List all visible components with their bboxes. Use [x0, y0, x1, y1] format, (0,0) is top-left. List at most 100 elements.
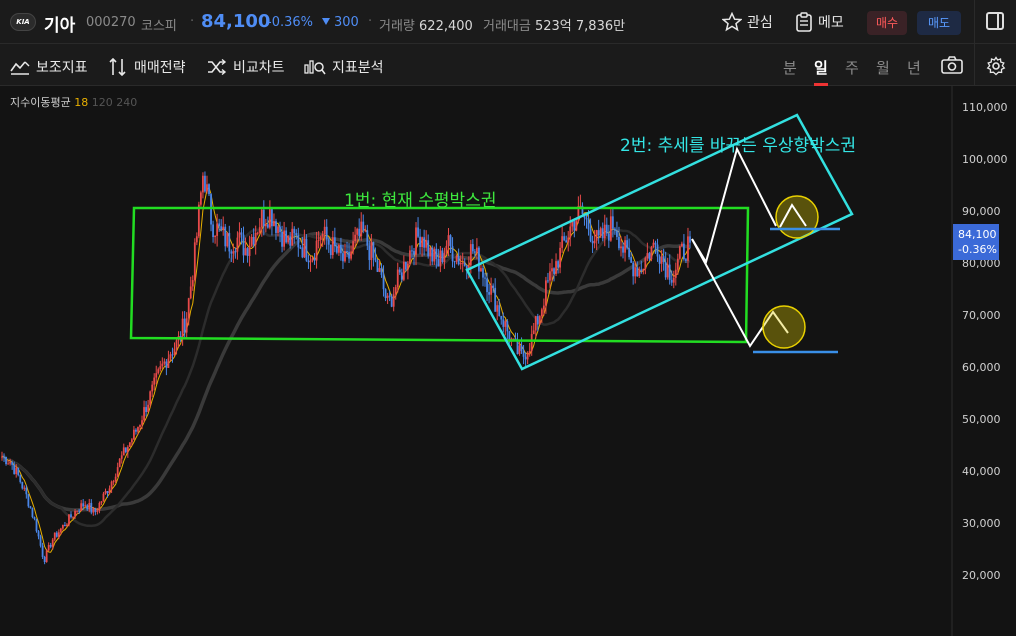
- candle-body: [573, 221, 576, 231]
- separator-dot: ·: [368, 14, 373, 29]
- candle-body: [189, 286, 192, 299]
- candle-body: [473, 251, 476, 253]
- candle-body: [13, 464, 16, 474]
- candle-body: [599, 228, 602, 236]
- camera-icon[interactable]: [941, 56, 963, 74]
- candle-body: [551, 268, 553, 272]
- trade-amount-value: 523억 7,836만: [534, 19, 626, 34]
- current-price: 84,100: [201, 11, 271, 32]
- analysis-button[interactable]: 지표분석: [304, 57, 384, 77]
- candle-body: [335, 245, 338, 253]
- stock-code: 000270: [86, 15, 136, 30]
- candle-body: [157, 369, 160, 374]
- candle-body: [303, 238, 306, 258]
- indicator-button[interactable]: 보조지표: [10, 57, 88, 77]
- candle-body: [47, 544, 50, 551]
- candle-body: [498, 305, 501, 316]
- candle-body: [453, 261, 456, 263]
- candle-body: [110, 481, 113, 489]
- candle-body: [112, 481, 115, 483]
- candle-body: [402, 261, 405, 280]
- candle-body: [226, 232, 229, 247]
- strategy-button[interactable]: 매매전략: [108, 57, 186, 77]
- trade-amount: 거래대금 523억 7,836만: [483, 15, 625, 34]
- candle-body: [640, 269, 643, 271]
- candle-body: [459, 262, 462, 265]
- bear-target-circle[interactable]: [762, 305, 806, 349]
- memo-button[interactable]: 메모: [795, 12, 844, 32]
- candle-body: [234, 251, 237, 253]
- candle-body: [413, 250, 415, 255]
- period-minute[interactable]: 분: [783, 57, 797, 78]
- candle-body: [289, 236, 292, 246]
- candle-body: [547, 280, 549, 282]
- compare-label: 비교차트: [233, 60, 285, 76]
- candle-body: [283, 230, 286, 247]
- candle-body: [305, 238, 308, 261]
- candle-body: [183, 318, 186, 333]
- candle-body: [124, 447, 127, 453]
- candle-body: [118, 458, 121, 468]
- candle-body: [181, 318, 184, 340]
- candle-body: [100, 501, 103, 503]
- candle-body: [331, 237, 334, 256]
- candle-body: [482, 268, 484, 278]
- candle-body: [70, 514, 72, 518]
- indicator-icon: [10, 61, 30, 75]
- candle-body: [528, 351, 531, 354]
- period-month[interactable]: 월: [876, 57, 890, 78]
- annotation-box-1[interactable]: 1번: 현재 수평박스권: [344, 186, 496, 211]
- candle-body: [78, 510, 81, 512]
- gear-icon[interactable]: [986, 56, 1006, 76]
- candle-body: [116, 467, 119, 477]
- indicator-label: 보조지표: [36, 60, 88, 76]
- candle-body: [23, 487, 26, 489]
- candle-body: [646, 253, 649, 259]
- candle-body: [307, 260, 310, 263]
- candle-body: [208, 184, 210, 195]
- compare-button[interactable]: 비교차트: [207, 57, 285, 77]
- candle-body: [469, 244, 472, 266]
- stock-header: KIA 기아 000270 코스피 · 84,100 -0.36% 300 · …: [0, 0, 1016, 44]
- candle-body: [620, 246, 622, 249]
- candle-body: [488, 292, 490, 295]
- candle-body: [471, 244, 474, 252]
- side-panel-icon[interactable]: [986, 12, 1004, 30]
- candle-body: [394, 287, 397, 295]
- candle-body: [411, 250, 413, 252]
- candle-body: [437, 259, 440, 267]
- candle-body: [35, 518, 38, 532]
- watch-button[interactable]: 관심: [722, 12, 773, 32]
- candle-body: [72, 516, 74, 518]
- stock-market: 코스피: [141, 19, 177, 34]
- y-axis-tick: 50,000: [962, 413, 1001, 426]
- stock-name[interactable]: 기아: [44, 11, 75, 36]
- annotation-box-2[interactable]: 2번: 추세를 바꾸는 우상향박스권: [620, 131, 856, 156]
- sell-button[interactable]: 매도: [917, 11, 961, 35]
- bull-scenario-line[interactable]: [691, 146, 777, 265]
- candle-body: [59, 528, 62, 533]
- ma-120-line: [1, 228, 691, 528]
- price-chart[interactable]: [0, 86, 1016, 636]
- buy-button[interactable]: 매수: [867, 11, 907, 35]
- candle-body: [480, 268, 482, 272]
- period-year[interactable]: 년: [907, 57, 921, 78]
- candle-body: [191, 280, 194, 287]
- period-day[interactable]: 일: [814, 57, 828, 78]
- volume-label: 거래량: [379, 19, 415, 34]
- current-change-tag-value: -0.36%: [958, 243, 997, 256]
- candle-body: [520, 345, 523, 351]
- candle-body: [327, 239, 330, 245]
- candle-body: [644, 258, 647, 269]
- bull-target-circle[interactable]: [775, 195, 819, 239]
- candle-body: [526, 353, 529, 360]
- candle-body: [530, 333, 533, 352]
- candle-body: [126, 446, 129, 453]
- period-week[interactable]: 주: [845, 57, 859, 78]
- candle-body: [476, 247, 478, 253]
- candle-body: [597, 230, 600, 236]
- candle-body: [135, 429, 137, 432]
- candle-body: [565, 240, 568, 243]
- candle-body: [618, 236, 620, 249]
- candle-body: [153, 377, 156, 385]
